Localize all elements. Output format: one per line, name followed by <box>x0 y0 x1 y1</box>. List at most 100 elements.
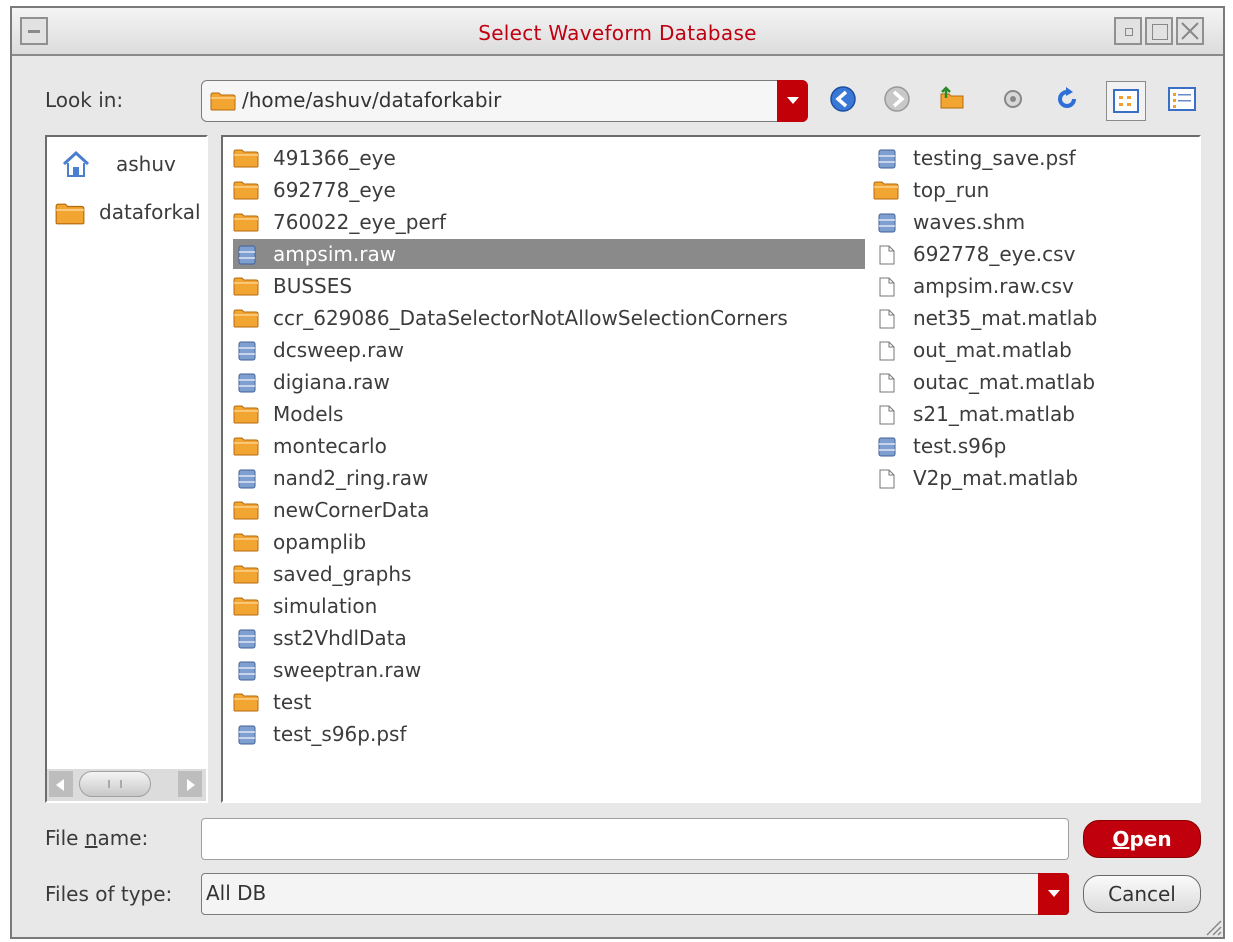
file-list-item[interactable]: Models <box>233 399 865 429</box>
file-list-item[interactable]: top_run <box>873 175 1193 205</box>
file-name-text: test.s96p <box>913 434 1007 458</box>
file-list-item[interactable]: newCornerData <box>233 495 865 525</box>
list-view-button[interactable] <box>1106 81 1146 121</box>
look-in-dropdown-arrow[interactable] <box>777 80 808 122</box>
file-list-item[interactable]: dcsweep.raw <box>233 335 865 365</box>
file-list-item[interactable]: 692778_eye.csv <box>873 239 1193 269</box>
folder-icon <box>233 181 259 200</box>
file-list-item[interactable]: test <box>233 687 865 717</box>
file-list-item[interactable]: 491366_eye <box>233 143 865 173</box>
place-item-home[interactable]: ashuv <box>61 149 206 179</box>
minimize-button[interactable] <box>1114 17 1142 45</box>
file-name-text: ampsim.raw <box>273 242 397 266</box>
database-icon <box>878 437 896 457</box>
folder-icon <box>233 437 259 456</box>
file-list-item[interactable]: digiana.raw <box>233 367 865 397</box>
file-name-text: ccr_629086_DataSelectorNotAllowSelection… <box>273 306 788 330</box>
folder-icon <box>210 92 236 111</box>
file-list[interactable]: 491366_eye 692778_eye 760022_eye_perfampsi… <box>221 135 1201 803</box>
scroll-thumb[interactable] <box>79 771 151 797</box>
file-list-item[interactable]: test_s96p.psf <box>233 719 865 749</box>
file-name-label-part: File <box>45 826 85 850</box>
file-list-item[interactable]: sweeptran.raw <box>233 655 865 685</box>
look-in-path: /home/ashuv/dataforkabir <box>242 88 502 112</box>
file-icon <box>879 373 895 393</box>
title-bar[interactable]: Select Waveform Database <box>12 8 1223 56</box>
file-list-item[interactable]: ampsim.raw <box>233 239 865 269</box>
file-name-text: outac_mat.matlab <box>913 370 1096 394</box>
open-button[interactable]: Open <box>1083 820 1201 858</box>
maximize-button[interactable] <box>1145 17 1173 45</box>
file-list-item[interactable]: nand2_ring.raw <box>233 463 865 493</box>
scroll-left-button[interactable] <box>49 771 73 797</box>
file-type-combo[interactable]: All DB <box>201 873 1069 915</box>
file-type-label: Files of type: <box>45 882 173 906</box>
home-icon <box>62 150 90 177</box>
file-list-item[interactable]: opamplib <box>233 527 865 557</box>
file-name-text: sst2VhdlData <box>273 626 407 650</box>
file-icon <box>879 309 895 329</box>
file-list-item[interactable]: out_mat.matlab <box>873 335 1193 365</box>
file-name-text: opamplib <box>273 530 367 554</box>
folder-icon <box>55 203 85 225</box>
file-list-item[interactable]: montecarlo <box>233 431 865 461</box>
file-list-item[interactable]: waves.shm <box>873 207 1193 237</box>
file-list-item[interactable]: ccr_629086_DataSelectorNotAllowSelection… <box>233 303 865 333</box>
file-name-text: simulation <box>273 594 378 618</box>
file-list-item[interactable]: V2p_mat.matlab <box>873 463 1193 493</box>
file-name-text: top_run <box>913 178 990 202</box>
file-list-item[interactable]: net35_mat.matlab <box>873 303 1193 333</box>
file-list-item[interactable]: testing_save.psf <box>873 143 1193 173</box>
file-icon <box>879 341 895 361</box>
open-label: pen <box>1129 827 1172 851</box>
places-horizontal-scrollbar[interactable] <box>47 769 206 801</box>
resize-grip-icon[interactable] <box>1201 915 1223 937</box>
places-panel: ashuv dataforkal <box>45 135 208 803</box>
database-icon <box>238 629 256 649</box>
open-mnemonic: O <box>1112 827 1130 851</box>
details-view-icon[interactable] <box>1167 84 1197 114</box>
file-type-dropdown-arrow[interactable] <box>1038 873 1069 915</box>
file-name-text: saved_graphs <box>273 562 412 586</box>
database-icon <box>238 341 256 361</box>
file-list-item[interactable]: outac_mat.matlab <box>873 367 1193 397</box>
home-icon[interactable] <box>998 84 1028 114</box>
file-name-text: s21_mat.matlab <box>913 402 1075 426</box>
file-list-item[interactable]: sst2VhdlData <box>233 623 865 653</box>
file-name-text: dcsweep.raw <box>273 338 404 362</box>
look-in-combo[interactable]: /home/ashuv/dataforkabir <box>201 80 808 122</box>
file-name-text: 692778_eye <box>273 178 396 202</box>
folder-icon <box>233 213 259 232</box>
scroll-right-button[interactable] <box>178 771 202 797</box>
refresh-icon[interactable] <box>1052 84 1082 114</box>
file-list-item[interactable]: simulation <box>233 591 865 621</box>
file-name-text: sweeptran.raw <box>273 658 422 682</box>
file-name-text: testing_save.psf <box>913 146 1076 170</box>
file-list-item[interactable]: BUSSES <box>233 271 865 301</box>
back-icon[interactable] <box>828 84 858 114</box>
place-item-folder[interactable]: dataforkal <box>55 197 206 227</box>
file-name-label: File name: <box>45 826 148 850</box>
close-icon <box>1181 22 1199 40</box>
close-button[interactable] <box>1176 17 1204 45</box>
file-list-item[interactable]: ampsim.raw.csv <box>873 271 1193 301</box>
database-icon <box>238 661 256 681</box>
folder-icon <box>233 597 259 616</box>
file-name-input[interactable] <box>201 818 1069 860</box>
up-folder-icon[interactable] <box>937 84 967 114</box>
file-name-text: ampsim.raw.csv <box>913 274 1074 298</box>
file-name-text: Models <box>273 402 344 426</box>
window-title: Select Waveform Database <box>478 21 757 45</box>
file-list-item[interactable]: 692778_eye <box>233 175 865 205</box>
file-list-item[interactable]: s21_mat.matlab <box>873 399 1193 429</box>
cancel-button[interactable]: Cancel <box>1083 875 1201 913</box>
folder-icon <box>233 405 259 424</box>
folder-icon <box>233 277 259 296</box>
file-icon <box>879 405 895 425</box>
file-list-item[interactable]: saved_graphs <box>233 559 865 589</box>
file-list-item[interactable]: test.s96p <box>873 431 1193 461</box>
forward-icon[interactable] <box>882 84 912 114</box>
database-icon <box>238 469 256 489</box>
file-list-item[interactable]: 760022_eye_perf <box>233 207 865 237</box>
folder-icon <box>233 693 259 712</box>
